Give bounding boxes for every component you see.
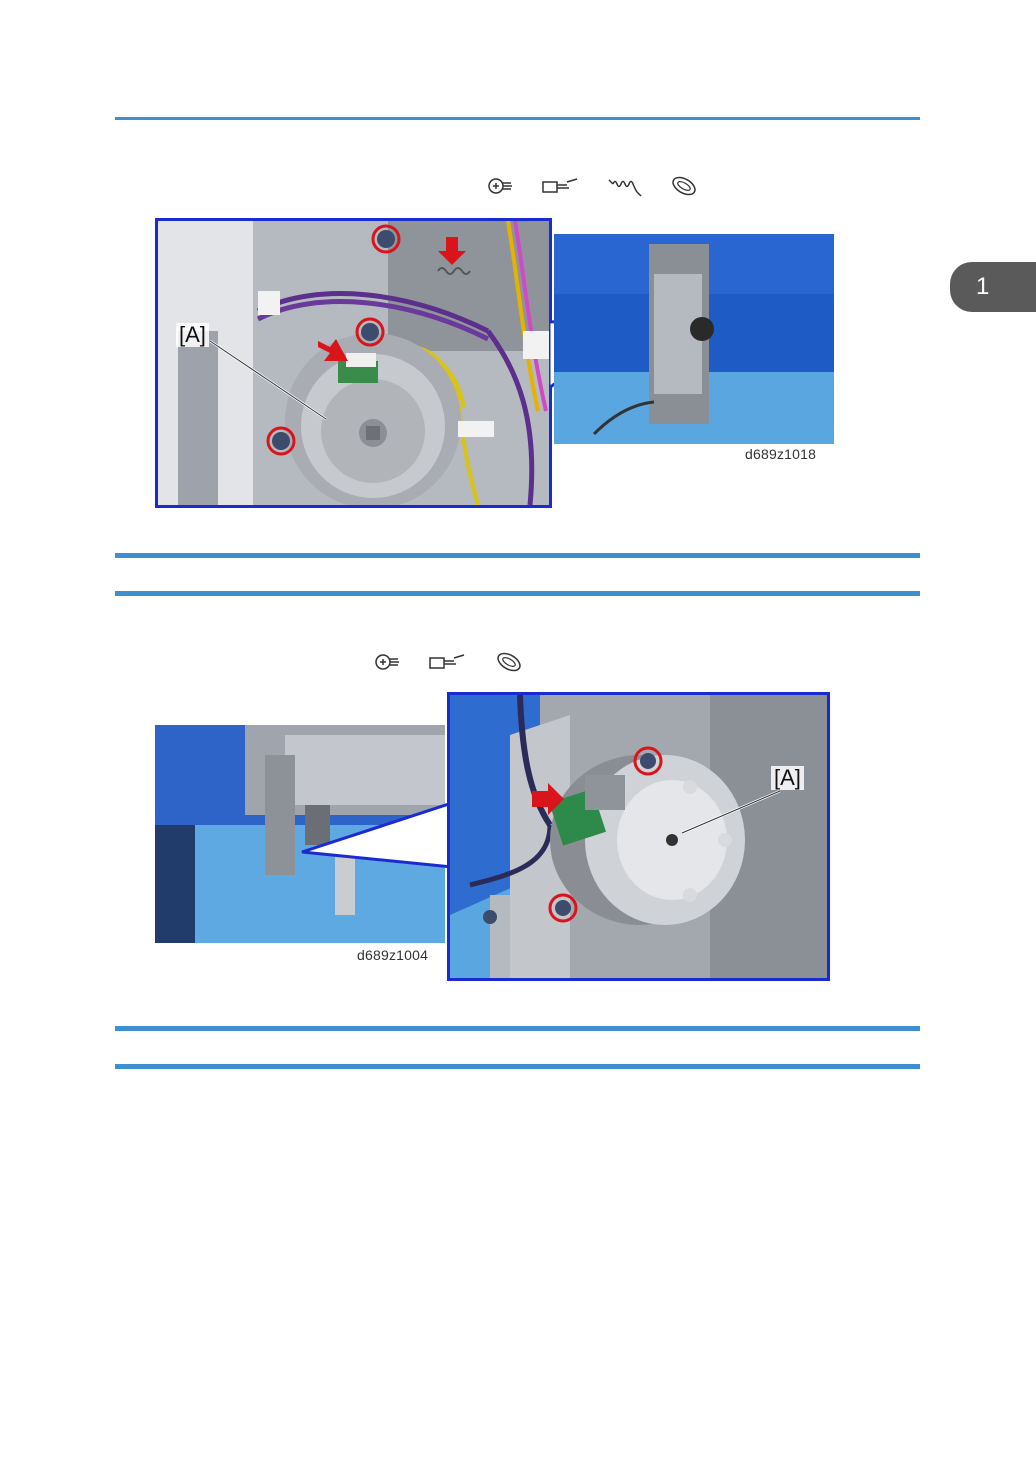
tool-icons-row-1	[487, 174, 699, 198]
chapter-tab[interactable]: 1	[950, 262, 1036, 312]
harness-clamp-icon	[669, 174, 699, 198]
connector-icon	[541, 174, 581, 198]
motor-closeup-photo-2	[447, 692, 830, 981]
spring-icon	[607, 174, 643, 198]
unit-overview-photo-1	[554, 234, 834, 444]
section-rule-top	[115, 1026, 920, 1031]
motor-closeup-photo-1	[155, 218, 552, 508]
header-rule	[115, 117, 920, 120]
section-rule-bottom	[115, 591, 920, 596]
screw-icon	[487, 174, 515, 198]
screw-icon	[374, 650, 402, 674]
callout-label-a: [A]	[771, 766, 804, 790]
harness-clamp-icon	[494, 650, 524, 674]
zoom-wedge	[301, 800, 454, 869]
chapter-number: 1	[976, 273, 990, 300]
connector-icon	[428, 650, 468, 674]
image-id-caption: d689z1004	[357, 947, 429, 963]
image-id-caption: d689z1018	[745, 446, 817, 462]
tool-icons-row-2	[374, 650, 524, 674]
callout-label-a: [A]	[176, 323, 209, 347]
section-rule-top	[115, 553, 920, 558]
section-rule-bottom	[115, 1064, 920, 1069]
